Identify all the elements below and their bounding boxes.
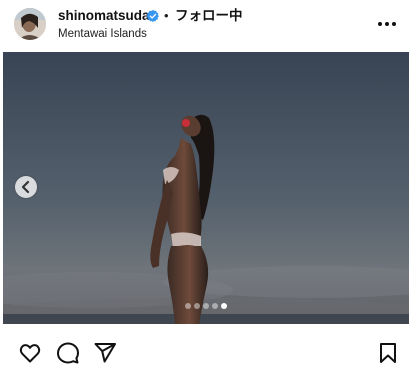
verified-badge-icon — [146, 9, 159, 23]
avatar[interactable] — [14, 8, 46, 40]
carousel-prev-button[interactable] — [15, 176, 37, 198]
carousel-dot — [221, 303, 227, 309]
location-link[interactable]: Mentawai Islands — [58, 27, 147, 41]
carousel-dot — [185, 303, 191, 309]
carousel-dot — [212, 303, 218, 309]
comment-icon[interactable] — [56, 341, 80, 365]
carousel-dot — [194, 303, 200, 309]
carousel-dot — [203, 303, 209, 309]
separator-dot: • — [164, 8, 169, 23]
following-button[interactable]: フォロー中 — [175, 8, 243, 24]
share-icon[interactable] — [93, 341, 117, 365]
chevron-left-icon — [21, 180, 30, 194]
instagram-post: shinomatsuda • フォロー中 Mentawai Islands — [0, 0, 412, 365]
action-bar — [0, 330, 412, 365]
post-header: shinomatsuda • フォロー中 Mentawai Islands — [0, 0, 412, 48]
post-photo[interactable] — [3, 52, 409, 324]
heart-icon[interactable] — [18, 341, 42, 365]
username[interactable]: shinomatsuda — [58, 8, 150, 24]
bookmark-icon[interactable] — [376, 341, 400, 365]
more-options-icon[interactable] — [376, 14, 398, 34]
